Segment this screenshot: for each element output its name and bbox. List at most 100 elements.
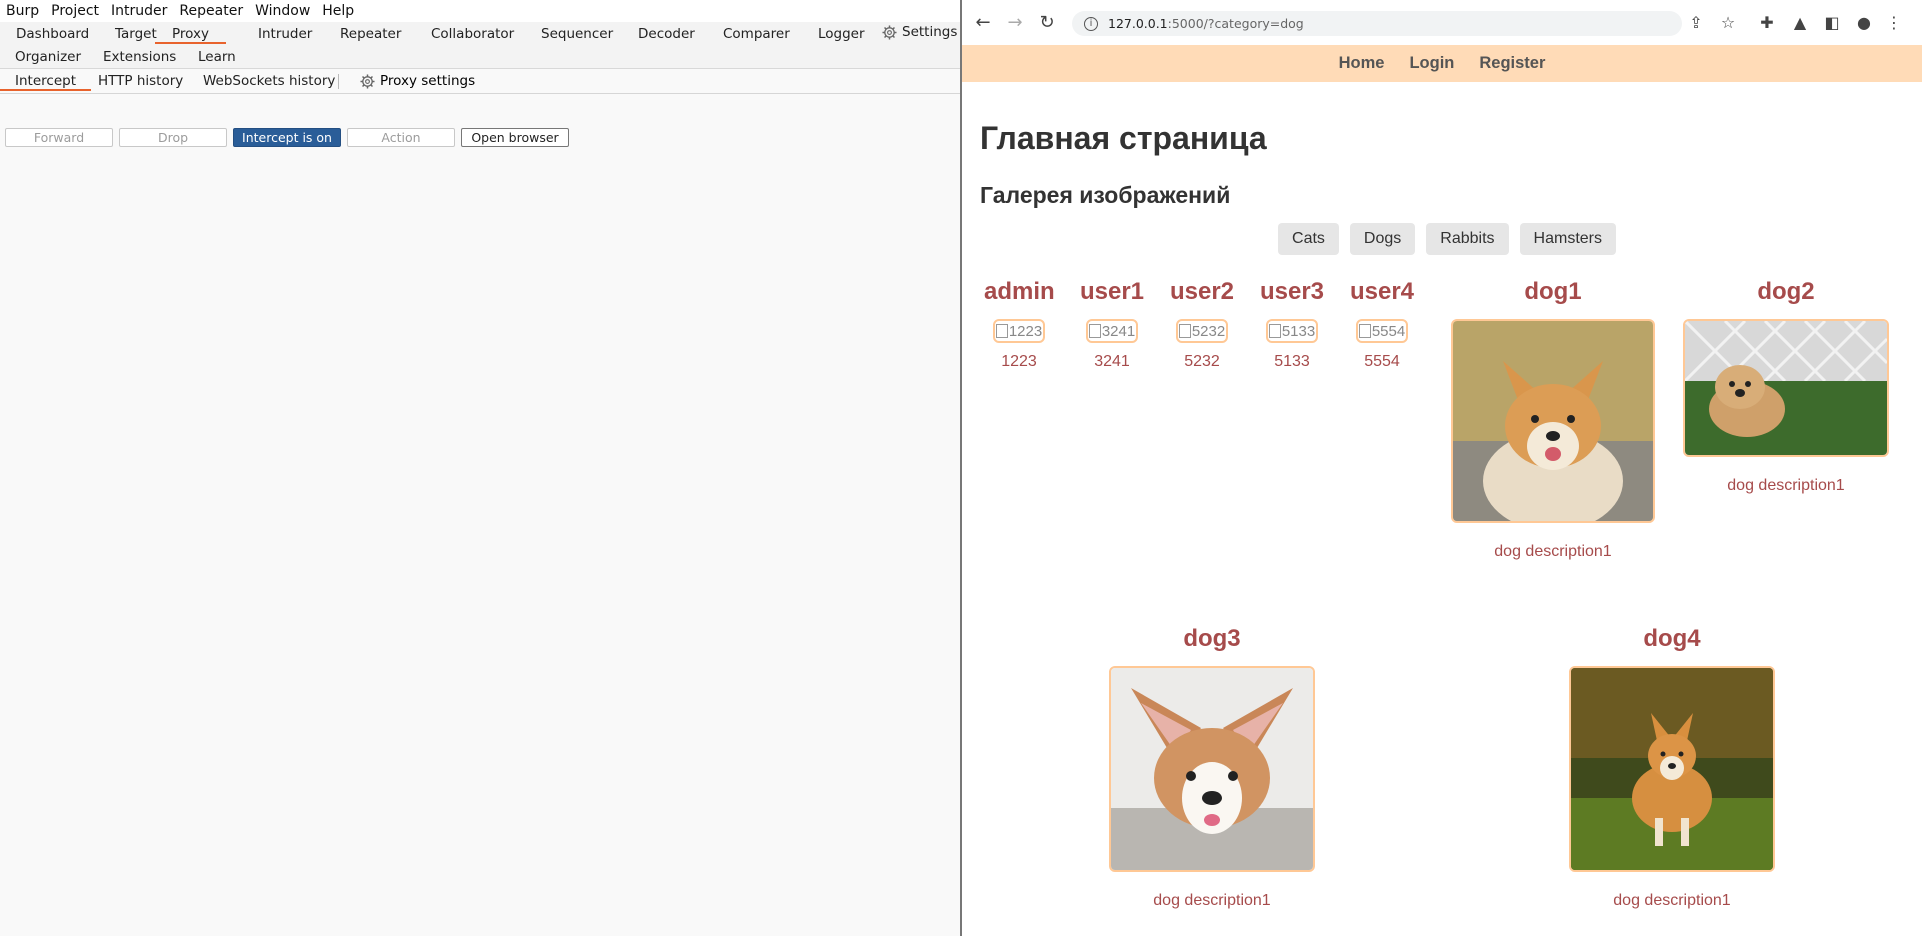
tab-organizer[interactable]: Organizer	[15, 49, 81, 65]
item-caption: 5554	[1364, 353, 1400, 370]
gallery-item: admin 1223 1223	[984, 278, 1055, 371]
broken-image: 1223	[992, 319, 1046, 343]
tab-learn[interactable]: Learn	[198, 49, 236, 65]
item-title: dog2	[1757, 278, 1815, 305]
broken-image: 5133	[1265, 319, 1319, 343]
item-title: user4	[1349, 278, 1415, 305]
item-caption: dog description1	[1494, 543, 1612, 560]
page-title: Главная страница	[980, 120, 1267, 156]
gallery-item: user3 5133 5133	[1257, 278, 1327, 371]
tab-logger[interactable]: Logger	[818, 26, 865, 42]
broken-image: 3241	[1085, 319, 1139, 343]
tab-target[interactable]: Target	[115, 26, 157, 42]
tab-collaborator[interactable]: Collaborator	[431, 26, 514, 42]
item-title: user2	[1169, 278, 1235, 305]
open-browser-button[interactable]: Open browser	[461, 128, 569, 147]
burp-main-tabs: Dashboard Target Proxy Intruder Repeater…	[0, 22, 960, 69]
item-caption: 3241	[1094, 353, 1130, 370]
tab-comparer[interactable]: Comparer	[723, 26, 790, 42]
proxy-settings-label: Proxy settings	[380, 73, 476, 89]
menu-kebab-icon[interactable]: ⋮	[1884, 13, 1904, 32]
category-dogs-button[interactable]: Dogs	[1349, 223, 1416, 255]
item-title: admin	[984, 278, 1055, 305]
side-panel-icon[interactable]: ◧	[1822, 13, 1842, 32]
nav-login-link[interactable]: Login	[1409, 54, 1454, 73]
extensions-icon[interactable]: ✚	[1757, 13, 1777, 32]
tab-settings[interactable]: Settings	[882, 24, 957, 40]
intercept-toggle-button[interactable]: Intercept is on	[233, 128, 341, 147]
item-caption: 5133	[1274, 353, 1310, 370]
url-path: :5000/?category=dog	[1167, 16, 1304, 31]
gear-icon	[360, 73, 375, 89]
nav-register-link[interactable]: Register	[1479, 54, 1545, 73]
menu-window[interactable]: Window	[249, 3, 316, 19]
gallery-heading: Галерея изображений	[980, 182, 1231, 208]
tab-decoder[interactable]: Decoder	[638, 26, 695, 42]
url-host: 127.0.0.1	[1108, 16, 1168, 31]
dog-photo[interactable]	[1569, 666, 1775, 872]
tab-sequencer[interactable]: Sequencer	[541, 26, 613, 42]
proxy-settings-button[interactable]: Proxy settings	[360, 73, 475, 89]
menu-intruder[interactable]: Intruder	[105, 3, 173, 19]
gallery-item: dog4 dog description1	[1567, 625, 1777, 910]
lab-flask-icon[interactable]: ▲	[1790, 13, 1810, 32]
gear-icon	[882, 24, 897, 40]
menu-burp[interactable]: Burp	[0, 3, 45, 19]
item-caption: dog description1	[1613, 892, 1731, 909]
intercept-toolbar: Forward Drop Intercept is on Action Open…	[5, 128, 569, 147]
profile-avatar-icon[interactable]: ●	[1854, 13, 1874, 32]
menu-help[interactable]: Help	[316, 3, 360, 19]
back-icon[interactable]: ←	[972, 12, 994, 33]
category-cats-button[interactable]: Cats	[1278, 223, 1339, 255]
item-title: dog4	[1643, 625, 1701, 652]
dog-photo[interactable]	[1683, 319, 1889, 457]
menu-project[interactable]: Project	[45, 3, 105, 19]
tab-intruder[interactable]: Intruder	[258, 26, 312, 42]
category-rabbits-button[interactable]: Rabbits	[1426, 223, 1509, 255]
gallery-item: user4 5554 5554	[1347, 278, 1417, 371]
settings-label: Settings	[902, 24, 958, 40]
item-caption: 5232	[1184, 353, 1220, 370]
share-icon[interactable]: ⇪	[1686, 13, 1706, 32]
tab-dashboard[interactable]: Dashboard	[16, 26, 89, 42]
burp-menubar: Burp Project Intruder Repeater Window He…	[0, 0, 960, 22]
burp-window: Burp Project Intruder Repeater Window He…	[0, 0, 960, 936]
subtab-divider	[338, 74, 339, 89]
tab-repeater[interactable]: Repeater	[340, 26, 401, 42]
broken-image: 5232	[1175, 319, 1229, 343]
page-content: Главная страница Галерея изображений Cat…	[962, 82, 1922, 936]
subtab-intercept[interactable]: Intercept	[0, 73, 91, 91]
gallery-item: dog3 dog description1	[1107, 625, 1317, 910]
nav-home-link[interactable]: Home	[1339, 54, 1385, 73]
action-button[interactable]: Action	[347, 128, 455, 147]
gallery-item: dog2 dog description1	[1683, 278, 1889, 495]
subtab-http-history[interactable]: HTTP history	[98, 73, 183, 89]
site-info-icon[interactable]: i	[1084, 16, 1098, 31]
item-title: dog1	[1524, 278, 1582, 305]
gallery-item: user2 5232 5232	[1167, 278, 1237, 371]
dog-photo[interactable]	[1451, 319, 1655, 523]
gallery-item: user1 3241 3241	[1077, 278, 1147, 371]
address-bar[interactable]: i 127.0.0.1:5000/?category=dog	[1072, 11, 1682, 36]
gallery-item: dog1 dog description1	[1450, 278, 1656, 561]
category-filter: Cats Dogs Rabbits Hamsters	[962, 223, 1922, 255]
drop-button[interactable]: Drop	[119, 128, 227, 147]
tab-proxy[interactable]: Proxy	[155, 26, 226, 44]
item-caption: dog description1	[1727, 477, 1845, 494]
site-navbar: Home Login Register	[962, 45, 1922, 82]
dog-photo[interactable]	[1109, 666, 1315, 872]
bookmark-star-icon[interactable]: ☆	[1718, 13, 1738, 32]
category-hamsters-button[interactable]: Hamsters	[1519, 223, 1616, 255]
item-title: user1	[1079, 278, 1145, 305]
subtab-websockets-history[interactable]: WebSockets history	[203, 73, 335, 89]
menu-repeater[interactable]: Repeater	[173, 3, 249, 19]
forward-button[interactable]: Forward	[5, 128, 113, 147]
broken-image: 5554	[1355, 319, 1409, 343]
forward-icon[interactable]: →	[1004, 12, 1026, 33]
browser-toolbar: ← → ↻ i 127.0.0.1:5000/?category=dog ⇪ ☆…	[962, 0, 1922, 45]
reload-icon[interactable]: ↻	[1036, 12, 1058, 33]
item-title: dog3	[1183, 625, 1241, 652]
tab-extensions[interactable]: Extensions	[103, 49, 176, 65]
browser-window: ← → ↻ i 127.0.0.1:5000/?category=dog ⇪ ☆…	[962, 0, 1922, 936]
item-title: user3	[1259, 278, 1325, 305]
